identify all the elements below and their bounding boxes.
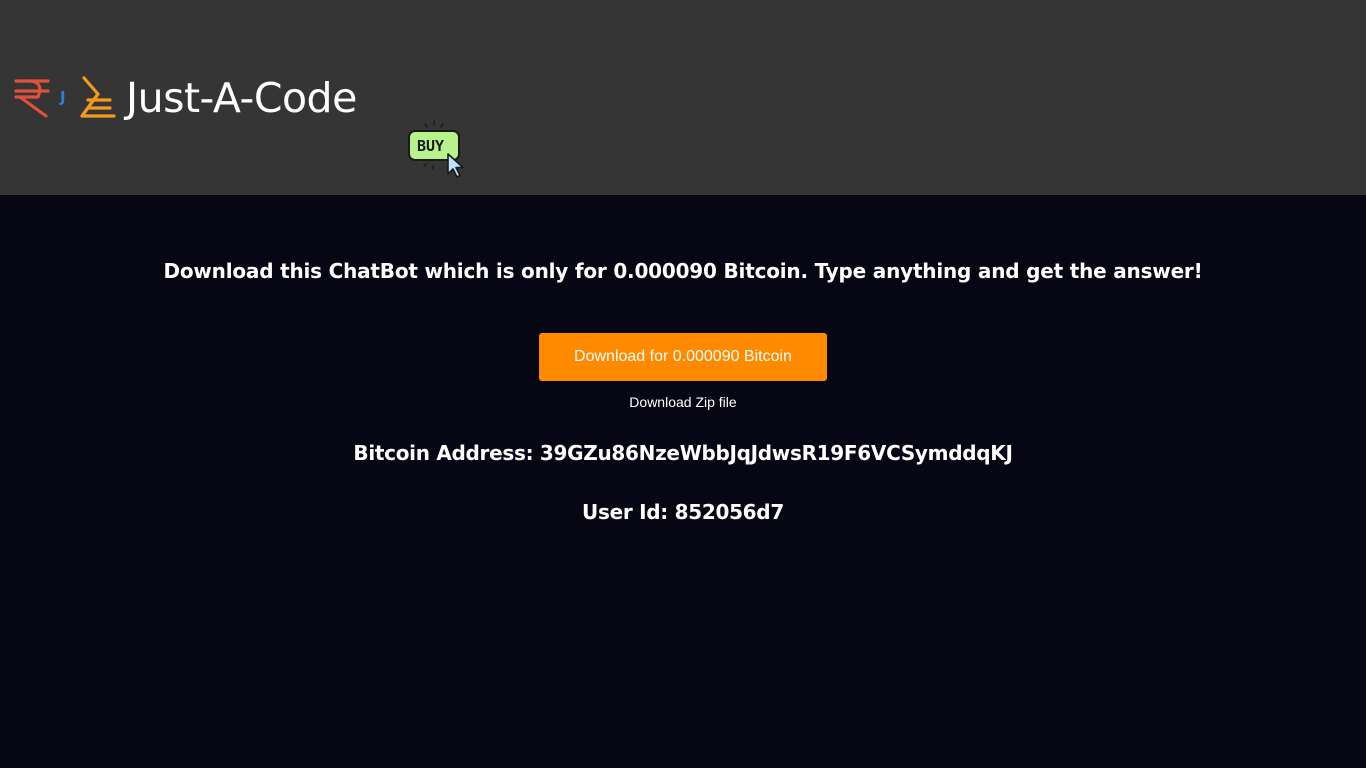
- download-zip-link[interactable]: Download Zip file: [629, 394, 736, 410]
- logo-text: Just-A-Code: [126, 74, 357, 122]
- buy-button[interactable]: BUY: [404, 118, 470, 180]
- download-button[interactable]: Download for 0.000090 Bitcoin: [539, 333, 827, 381]
- logo-mark-icon: J: [14, 76, 116, 118]
- bitcoin-address: Bitcoin Address: 39GZu86NzeWbbJqJdwsR19F…: [353, 441, 1013, 465]
- zip-link-row: Download Zip file: [0, 394, 1366, 410]
- svg-text:J: J: [59, 88, 66, 106]
- buy-label: BUY: [417, 137, 445, 155]
- site-header: J Just-A-Code BUY: [0, 0, 1366, 195]
- main-content: Download this ChatBot which is only for …: [0, 195, 1366, 768]
- site-logo[interactable]: J Just-A-Code: [12, 70, 357, 126]
- product-tagline: Download this ChatBot which is only for …: [163, 259, 1203, 283]
- user-id: User Id: 852056d7: [582, 500, 784, 524]
